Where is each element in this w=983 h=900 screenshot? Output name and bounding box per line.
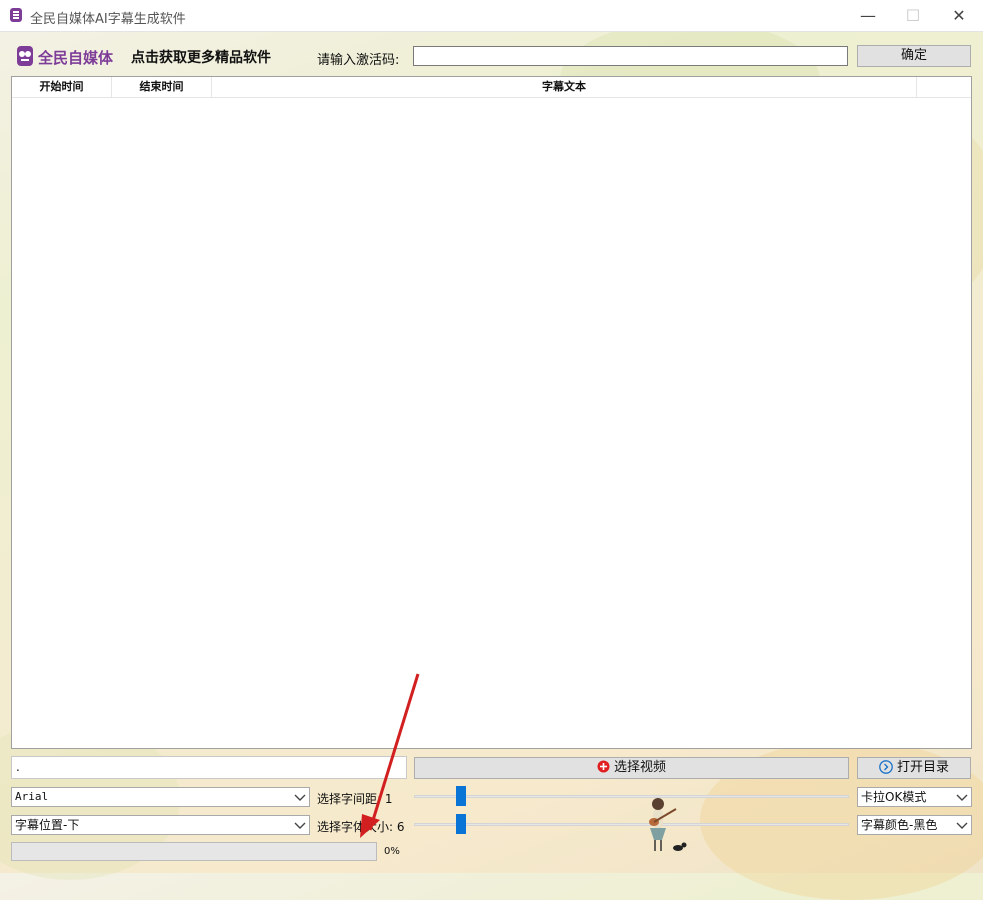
video-path-field[interactable]: . — [11, 756, 407, 779]
spacing-slider[interactable] — [414, 786, 849, 806]
column-header-end-time[interactable]: 结束时间 — [112, 77, 212, 97]
chevron-right-circle-icon — [879, 760, 893, 774]
table-header: 开始时间 结束时间 字幕文本 — [12, 77, 971, 98]
slider-thumb[interactable] — [456, 814, 466, 834]
font-size-slider[interactable] — [414, 814, 849, 834]
activation-label: 请输入激活码: — [317, 53, 400, 68]
app-icon — [10, 8, 22, 22]
select-video-label: 选择视频 — [613, 760, 666, 775]
mode-select-value: 卡拉OK模式 — [861, 790, 927, 804]
chevron-down-icon — [956, 794, 968, 801]
column-header-subtitle-text[interactable]: 字幕文本 — [212, 77, 917, 97]
open-folder-button[interactable]: 打开目录 — [857, 757, 971, 779]
chevron-down-icon — [294, 794, 306, 801]
brand-name: 全民自媒体 — [38, 49, 114, 67]
subtitle-table[interactable]: 开始时间 结束时间 字幕文本 — [11, 76, 972, 749]
chevron-down-icon — [294, 822, 306, 829]
font-select[interactable]: Arial — [11, 787, 310, 807]
mode-select[interactable]: 卡拉OK模式 — [857, 787, 972, 807]
confirm-button[interactable]: 确定 — [857, 45, 971, 67]
minimize-button[interactable]: — — [845, 0, 891, 31]
brand-logo: 全民自媒体 — [14, 42, 114, 70]
promo-link[interactable]: 点击获取更多精品软件 — [131, 47, 271, 67]
slider-track — [414, 795, 849, 798]
plus-circle-icon — [597, 760, 610, 773]
brand-logo-icon — [17, 46, 33, 66]
font-select-value: Arial — [15, 790, 49, 803]
red-annotation-arrow — [360, 673, 420, 838]
color-select-value: 字幕颜色-黑色 — [861, 818, 938, 832]
position-select-value: 字幕位置-下 — [15, 818, 80, 832]
title-bar: 全民自媒体AI字幕生成软件 — ☐ ✕ — [0, 0, 983, 32]
activation-code-input[interactable] — [413, 46, 848, 66]
maximize-button[interactable]: ☐ — [890, 0, 936, 31]
close-button[interactable]: ✕ — [936, 0, 982, 31]
window-title: 全民自媒体AI字幕生成软件 — [30, 12, 186, 27]
color-select[interactable]: 字幕颜色-黑色 — [857, 815, 972, 835]
chevron-down-icon — [956, 822, 968, 829]
select-video-button[interactable]: 选择视频 — [414, 757, 849, 779]
progress-bar — [11, 842, 377, 861]
column-header-start-time[interactable]: 开始时间 — [12, 77, 112, 97]
open-folder-label: 打开目录 — [896, 760, 949, 775]
slider-track — [414, 823, 849, 826]
position-select[interactable]: 字幕位置-下 — [11, 815, 310, 835]
decorative-character-illustration — [649, 798, 687, 851]
slider-thumb[interactable] — [456, 786, 466, 806]
